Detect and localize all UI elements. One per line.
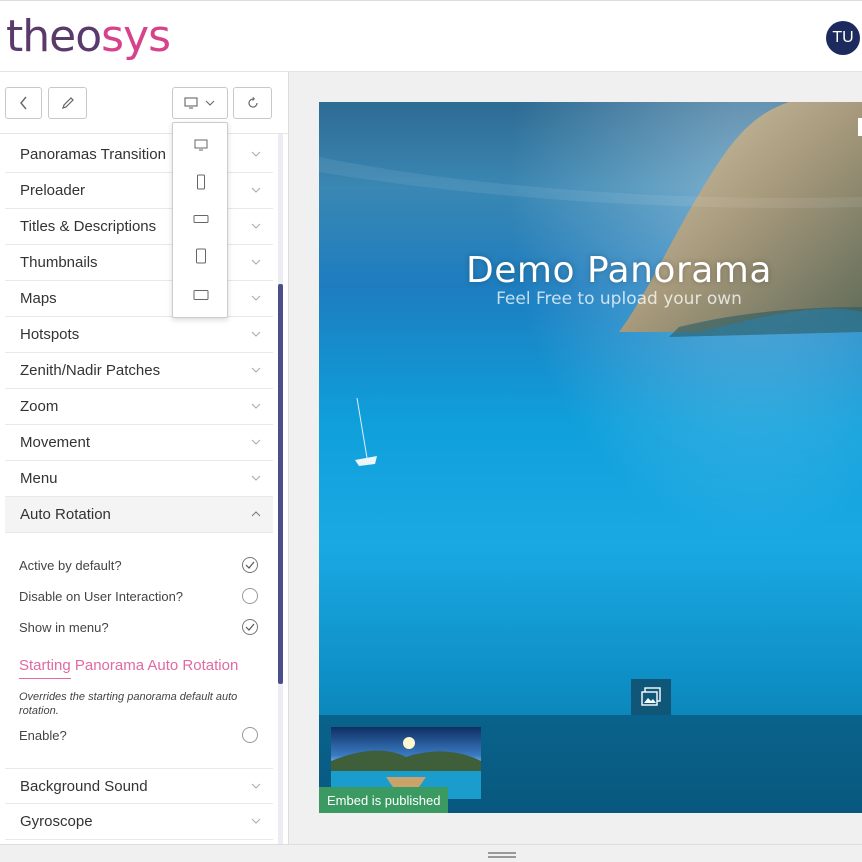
accordion-titles-descriptions[interactable]: Titles & Descriptions — [5, 209, 273, 245]
accordion-panoramas-transition[interactable]: Panoramas Transition — [5, 137, 273, 173]
accordion-label: Preloader — [20, 182, 86, 199]
device-option-phone-portrait[interactable] — [173, 167, 229, 197]
chevron-up-icon — [251, 511, 261, 517]
accordion-menu[interactable]: Menu — [5, 461, 273, 497]
chevron-left-icon — [19, 96, 27, 110]
accordion-preloader[interactable]: Preloader — [5, 173, 273, 209]
accordion-hotspots[interactable]: Hotspots — [5, 317, 273, 353]
starting-panorama-section-title: Starting Panorama Auto Rotation — [19, 657, 239, 674]
accordion-label: Zenith/Nadir Patches — [20, 362, 161, 379]
edit-button[interactable] — [48, 87, 87, 119]
accordion-auto-rotation[interactable]: Auto Rotation — [5, 497, 273, 533]
phone-landscape-icon — [193, 215, 209, 223]
refresh-button[interactable] — [233, 87, 272, 119]
check-icon — [245, 623, 255, 631]
accordion-movement[interactable]: Movement — [5, 425, 273, 461]
pencil-icon — [61, 97, 74, 109]
resize-handle-icon[interactable] — [488, 852, 516, 858]
device-option-tablet-landscape[interactable] — [173, 280, 229, 310]
accordion-label: Auto Rotation — [20, 506, 111, 523]
theasys-logo[interactable]: theosys — [6, 11, 171, 63]
chevron-down-icon — [251, 223, 261, 229]
device-option-tablet-portrait[interactable] — [173, 241, 229, 271]
device-option-phone-landscape[interactable] — [173, 204, 229, 234]
top-header: theosys TU — [0, 0, 862, 72]
desktop-icon — [194, 139, 208, 151]
active-by-default-checkbox[interactable] — [242, 557, 258, 573]
accordion-label: Movement — [20, 434, 91, 451]
device-dropdown-menu — [172, 122, 228, 318]
preview-edge-marker — [858, 118, 862, 136]
accordion-label: Menu — [20, 470, 58, 487]
accordion-zoom[interactable]: Zoom — [5, 389, 273, 425]
chevron-down-icon — [251, 259, 261, 265]
accordion-label: Zoom — [20, 398, 59, 415]
option-enable-label: Enable? — [19, 728, 67, 743]
phone-portrait-icon — [197, 174, 205, 190]
gallery-icon — [641, 687, 661, 706]
monitor-icon — [184, 97, 198, 109]
accordion-maps[interactable]: Maps — [5, 281, 273, 317]
section-note: Overrides the starting panorama default … — [19, 691, 238, 717]
accordion-zenith-nadir[interactable]: Zenith/Nadir Patches — [5, 353, 273, 389]
settings-sidebar: Panoramas Transition Preloader Titles & … — [0, 72, 289, 844]
panorama-subtitle: Feel Free to upload your own — [496, 289, 742, 309]
section-underline — [19, 678, 71, 679]
panorama-titles: Demo Panorama Feel Free to upload your o… — [319, 250, 862, 309]
chevron-down-icon — [251, 403, 261, 409]
chevron-down-icon — [251, 295, 261, 301]
chevron-down-icon — [251, 187, 261, 193]
accordion-label: Gyroscope — [20, 813, 93, 830]
back-button[interactable] — [5, 87, 42, 119]
accordion-thumbnails[interactable]: Thumbnails — [5, 245, 273, 281]
embed-published-badge: Embed is published — [319, 787, 449, 813]
bottom-resize-bar[interactable] — [0, 844, 862, 862]
chevron-down-icon — [205, 100, 215, 106]
accordion-gyroscope[interactable]: Gyroscope — [5, 804, 273, 840]
check-icon — [245, 561, 255, 569]
tablet-landscape-icon — [193, 290, 209, 300]
accordion-label: Hotspots — [20, 326, 80, 343]
chevron-down-icon — [251, 818, 261, 824]
sidebar-toolbar — [0, 72, 288, 134]
chevron-down-icon — [251, 439, 261, 445]
accordion-label: Panoramas Transition — [20, 146, 166, 163]
disable-on-interaction-checkbox[interactable] — [242, 588, 258, 604]
accordion-background-sound[interactable]: Background Sound — [5, 768, 273, 804]
chevron-down-icon — [251, 367, 261, 373]
device-option-desktop[interactable] — [173, 130, 229, 160]
show-in-menu-checkbox[interactable] — [242, 619, 258, 635]
accordion-label: Background Sound — [20, 777, 148, 795]
accordion-label: Thumbnails — [20, 254, 98, 271]
gallery-toggle-button[interactable] — [631, 679, 671, 715]
sidebar-scrollbar-thumb[interactable] — [278, 284, 283, 684]
option-disable-on-interaction-label: Disable on User Interaction? — [19, 589, 184, 604]
refresh-icon — [247, 96, 258, 108]
logo-text-part2: sys — [101, 11, 171, 62]
panorama-preview[interactable]: Demo Panorama Feel Free to upload your o… — [319, 102, 862, 813]
device-preview-dropdown[interactable] — [172, 87, 228, 119]
accordion-label: Titles & Descriptions — [20, 218, 157, 235]
user-avatar[interactable]: TU — [826, 21, 860, 55]
chevron-down-icon — [251, 783, 261, 789]
option-active-by-default-label: Active by default? — [19, 558, 122, 573]
chevron-down-icon — [251, 151, 261, 157]
chevron-down-icon — [251, 475, 261, 481]
sailboat-image — [355, 398, 377, 466]
enable-checkbox[interactable] — [242, 727, 258, 743]
app-root: theosys TU Panoramas Transition Preloade… — [0, 0, 862, 862]
accordion-label: Maps — [20, 290, 57, 307]
logo-text-part1: theo — [6, 11, 102, 62]
tablet-portrait-icon — [196, 248, 206, 264]
option-show-in-menu-label: Show in menu? — [19, 620, 109, 635]
chevron-down-icon — [251, 331, 261, 337]
panorama-title: Demo Panorama — [466, 250, 772, 291]
